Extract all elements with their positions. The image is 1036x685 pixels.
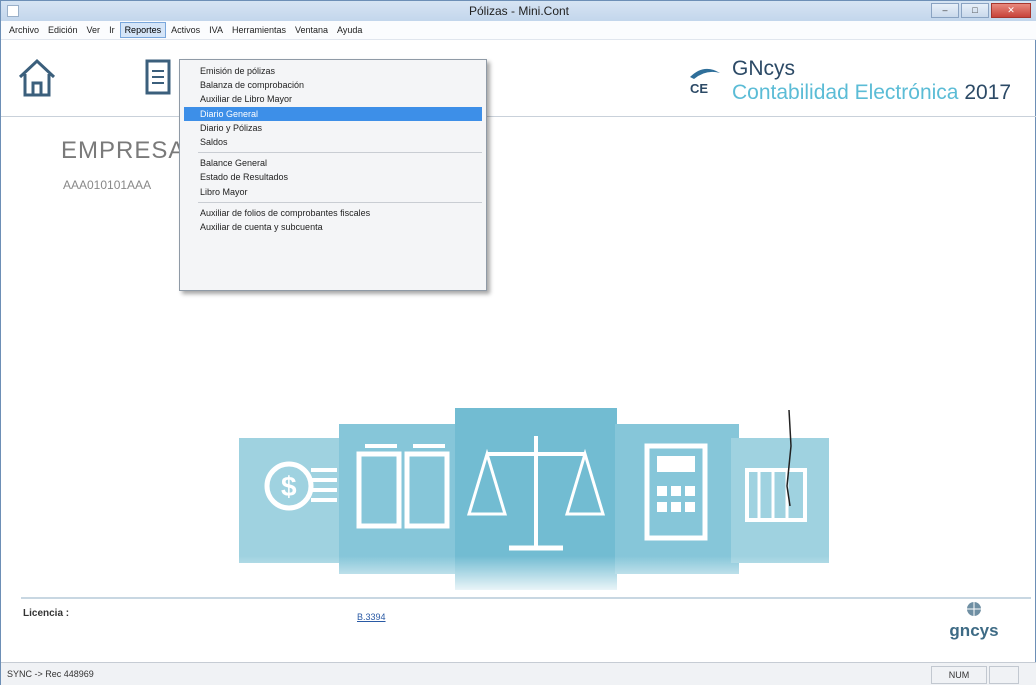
globe-icon — [967, 602, 981, 616]
window-title: Pólizas - Mini.Cont — [468, 4, 570, 18]
minimize-button[interactable]: – — [931, 3, 959, 18]
close-button[interactable]: ✕ — [991, 3, 1031, 18]
menu-item-libro-mayor[interactable]: Libro Mayor — [180, 185, 486, 199]
menu-item-auxiliar-cuenta[interactable]: Auxiliar de cuenta y subcuenta — [180, 220, 486, 234]
menu-separator — [198, 152, 482, 154]
hero-illustration: $ — [237, 408, 837, 596]
building-icon — [731, 409, 829, 563]
ce-logo-icon: CE — [690, 68, 720, 96]
brand-mark-text: CE — [690, 81, 708, 96]
status-bar: SYNC -> Rec 448969 NUM — [1, 662, 1036, 685]
menu-separator — [198, 201, 482, 203]
company-rfc: AAA010101AAA — [63, 178, 152, 192]
money-icon: $ — [239, 438, 349, 563]
brand-name: GNcys — [732, 57, 795, 80]
brand-subtitle-text: Contabilidad Electrónica — [732, 81, 959, 104]
menu-reportes[interactable]: Reportes — [119, 22, 167, 38]
menu-item-auxiliar-libro-mayor[interactable]: Auxiliar de Libro Mayor — [180, 92, 486, 106]
menu-item-balanza-comprobacion[interactable]: Balanza de comprobación — [180, 78, 486, 92]
gncys-logo: gncys — [939, 597, 1009, 643]
footer-divider — [21, 597, 1031, 599]
company-name: EMPRESA — [61, 137, 186, 164]
menu-iva[interactable]: IVA — [205, 23, 227, 37]
window-controls: – □ ✕ — [931, 3, 1031, 18]
menu-archivo[interactable]: Archivo — [5, 23, 43, 37]
licence-link[interactable]: B.3394 — [357, 612, 386, 622]
brand-subtitle: Contabilidad Electrónica 2017 — [732, 81, 1011, 105]
svg-text:$: $ — [281, 471, 297, 502]
status-sync-text: SYNC -> Rec 448969 — [7, 669, 94, 679]
menu-herramientas[interactable]: Herramientas — [228, 23, 290, 37]
menu-item-balance-general[interactable]: Balance General — [180, 156, 486, 170]
document-icon — [145, 59, 171, 95]
polizas-button[interactable] — [135, 51, 179, 103]
reportes-dropdown-menu: Emisión de pólizas Balanza de comprobaci… — [179, 59, 487, 291]
gncys-logo-text: gncys — [949, 621, 999, 640]
menu-activos[interactable]: Activos — [167, 23, 204, 37]
menu-ver[interactable]: Ver — [83, 23, 105, 37]
menu-edicion[interactable]: Edición — [44, 23, 82, 37]
licence-label: Licencia : — [23, 608, 70, 619]
menu-item-auxiliar-folios[interactable]: Auxiliar de folios de comprobantes fisca… — [180, 206, 486, 220]
brand-year: 2017 — [964, 81, 1012, 104]
files-icon — [339, 424, 461, 574]
menu-ayuda[interactable]: Ayuda — [333, 23, 366, 37]
home-icon — [18, 58, 56, 97]
menu-item-estado-resultados[interactable]: Estado de Resultados — [180, 170, 486, 184]
menu-ventana[interactable]: Ventana — [291, 23, 332, 37]
home-button[interactable] — [15, 51, 59, 103]
menu-item-diario-general[interactable]: Diario General — [184, 106, 482, 121]
menu-item-diario-polizas[interactable]: Diario y Pólizas — [180, 121, 486, 135]
num-lock-indicator: NUM — [931, 666, 987, 684]
brand-logo: CE GNcys Contabilidad Electrónica 2017 — [686, 57, 1031, 107]
menu-item-emision-polizas[interactable]: Emisión de pólizas — [180, 64, 486, 78]
menu-item-saldos[interactable]: Saldos — [180, 135, 486, 149]
maximize-button[interactable]: □ — [961, 3, 989, 18]
app-window: Pólizas - Mini.Cont – □ ✕ Archivo Edició… — [0, 0, 1036, 685]
menu-ir[interactable]: Ir — [105, 23, 119, 37]
toolbar: CE GNcys Contabilidad Electrónica 2017 — [1, 41, 1036, 117]
calculator-icon — [615, 424, 739, 574]
menu-bar: Archivo Edición Ver Ir Reportes Activos … — [1, 21, 1036, 40]
title-bar[interactable]: Pólizas - Mini.Cont – □ ✕ — [1, 1, 1036, 21]
status-cell-empty — [989, 666, 1019, 684]
